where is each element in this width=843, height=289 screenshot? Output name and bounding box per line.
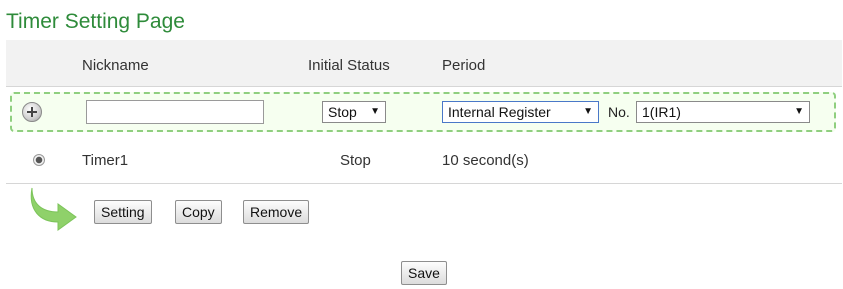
add-icon[interactable]: [22, 102, 42, 122]
curved-arrow-icon: [30, 187, 77, 231]
row-select-radio[interactable]: [33, 154, 45, 166]
period-source-value: Internal Register: [448, 104, 551, 120]
row-period: 10 second(s): [442, 152, 529, 169]
dropdown-arrow-icon: ▼: [370, 106, 380, 117]
initial-status-value: Stop: [328, 104, 357, 120]
no-label: No.: [608, 104, 630, 120]
initial-status-select[interactable]: Stop ▼: [322, 101, 386, 123]
row-nickname: Timer1: [82, 152, 129, 169]
table-header: Nickname Initial Status Period: [6, 40, 842, 87]
setting-button[interactable]: Setting: [94, 200, 152, 224]
table-row: Timer1 Stop 10 second(s): [6, 138, 842, 184]
period-source-select[interactable]: Internal Register ▼: [442, 101, 599, 123]
dropdown-arrow-icon: ▼: [583, 106, 593, 117]
register-no-value: 1(IR1): [642, 104, 681, 120]
page-title: Timer Setting Page: [6, 10, 185, 33]
nickname-input[interactable]: [86, 100, 264, 124]
copy-button[interactable]: Copy: [175, 200, 222, 224]
dropdown-arrow-icon: ▼: [794, 106, 804, 117]
add-timer-row: Stop ▼ Internal Register ▼ No. 1(IR1) ▼: [10, 92, 836, 132]
header-period: Period: [442, 57, 486, 74]
row-status: Stop: [340, 152, 371, 169]
save-button[interactable]: Save: [401, 261, 447, 285]
header-initial-status: Initial Status: [308, 57, 390, 74]
header-nickname: Nickname: [82, 57, 149, 74]
remove-button[interactable]: Remove: [243, 200, 310, 224]
register-no-select[interactable]: 1(IR1) ▼: [636, 101, 810, 123]
